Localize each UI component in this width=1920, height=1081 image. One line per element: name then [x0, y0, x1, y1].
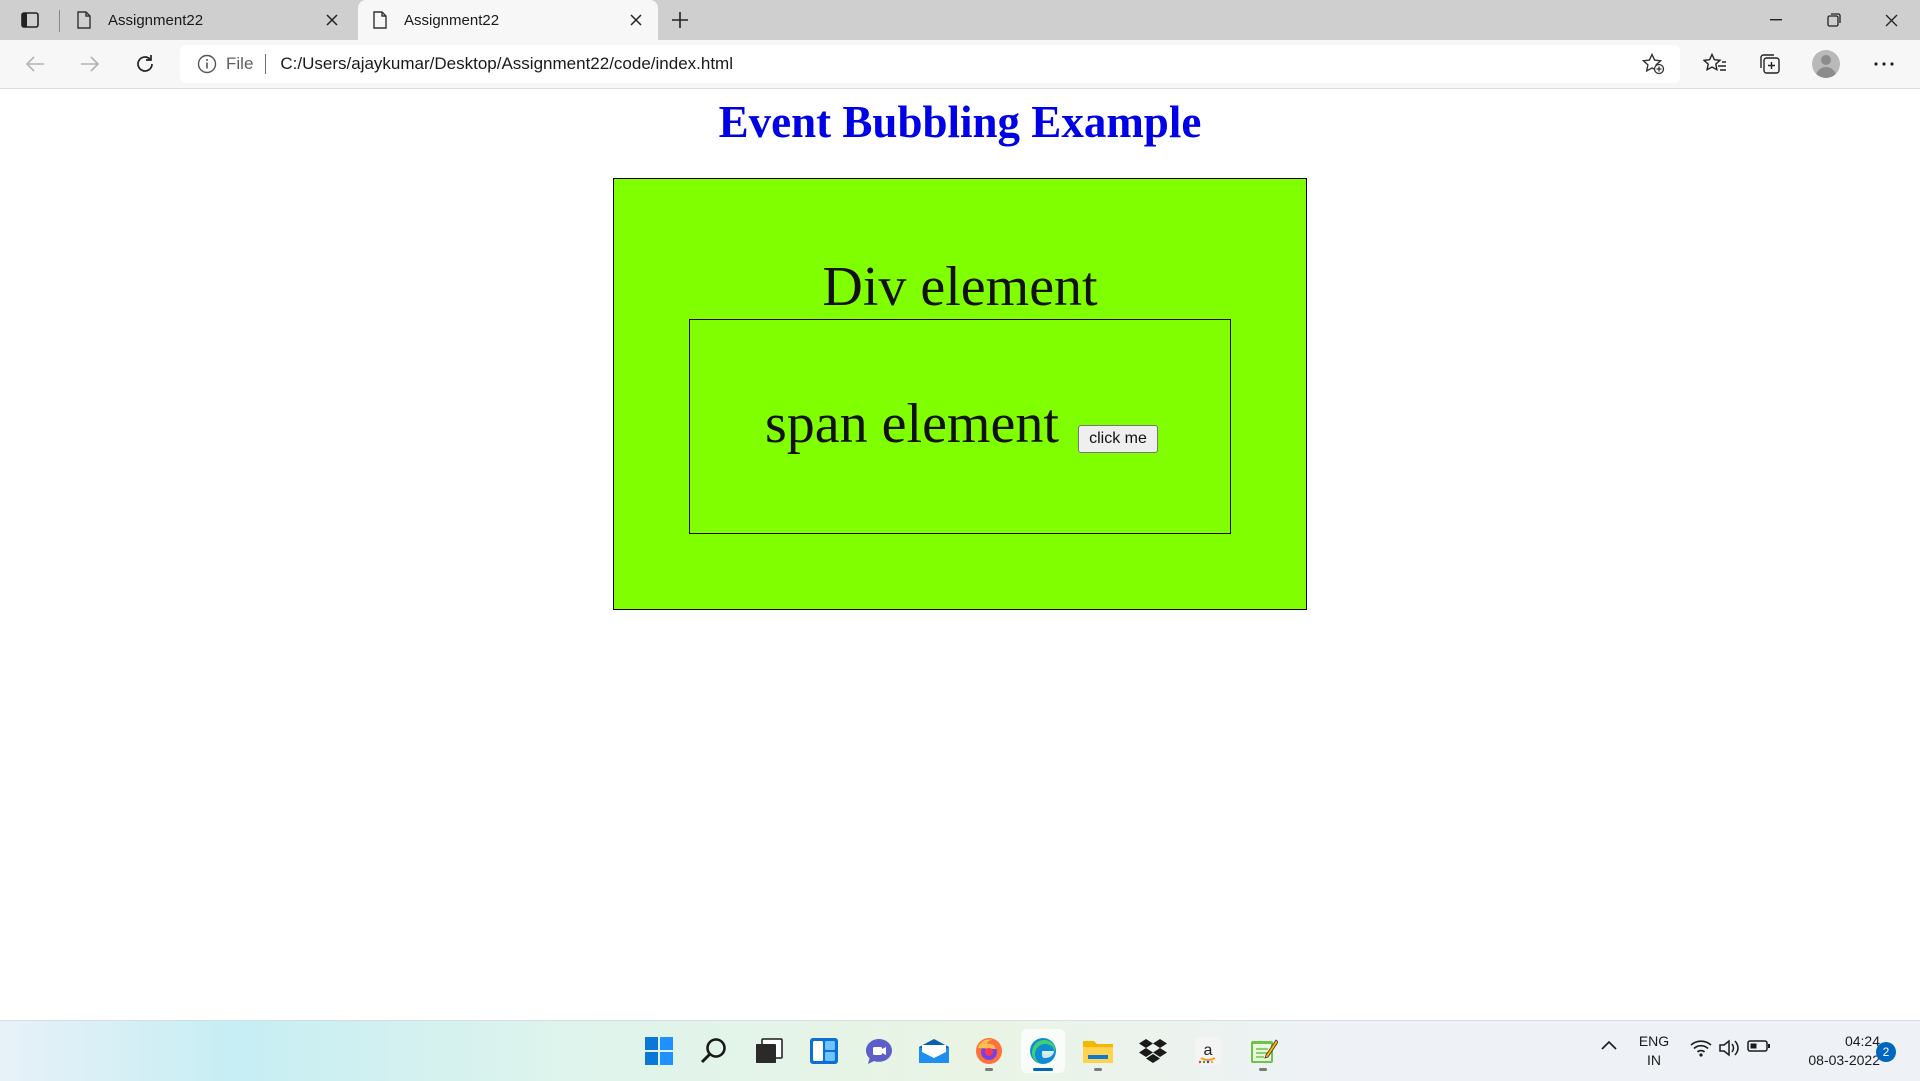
tab-title: Assignment22 — [108, 11, 204, 29]
back-arrow-icon[interactable] — [17, 48, 53, 80]
search-icon[interactable] — [692, 1029, 736, 1073]
new-tab-icon[interactable] — [664, 4, 696, 36]
favorites-icon[interactable] — [1697, 48, 1733, 80]
restore-icon[interactable] — [1805, 0, 1863, 40]
task-view-icon[interactable] — [747, 1029, 791, 1073]
mail-icon[interactable] — [912, 1029, 956, 1073]
click-me-button[interactable]: click me — [1078, 425, 1158, 453]
clock-date: 08-03-2022 — [1808, 1052, 1880, 1068]
language-indicator[interactable]: ENG IN — [1624, 1032, 1684, 1070]
tab-actions-icon[interactable] — [14, 6, 46, 34]
address-bar[interactable]: File C:/Users/ajaykumar/Desktop/Assignme… — [180, 45, 1680, 83]
url-text[interactable]: C:/Users/ajaykumar/Desktop/Assignment22/… — [280, 54, 733, 74]
browser-toolbar: File C:/Users/ajaykumar/Desktop/Assignme… — [0, 40, 1920, 89]
language-code: ENG — [1638, 1033, 1670, 1049]
forward-arrow-icon[interactable] — [72, 48, 108, 80]
notification-badge[interactable]: 2 — [1876, 1042, 1896, 1062]
svg-text:a: a — [1204, 1042, 1213, 1059]
show-hidden-icons-icon[interactable] — [1600, 1039, 1618, 1051]
div-element-label: Div element — [822, 256, 1098, 318]
tab-divider — [59, 10, 60, 32]
edge-icon[interactable] — [1021, 1029, 1065, 1073]
profile-avatar[interactable] — [1812, 50, 1840, 78]
teams-chat-icon[interactable] — [857, 1029, 901, 1073]
wifi-icon[interactable] — [1690, 1039, 1712, 1057]
tab-strip: Assignment22 Assignment22 — [0, 0, 1920, 40]
tab-assignment22-inactive[interactable]: Assignment22 — [62, 0, 354, 40]
battery-icon[interactable] — [1747, 1039, 1771, 1053]
address-separator — [265, 54, 267, 74]
amazon-icon[interactable]: a — [1186, 1029, 1230, 1073]
tab-assignment22-active[interactable]: Assignment22 — [358, 0, 658, 40]
firefox-icon[interactable] — [967, 1029, 1011, 1073]
inner-span-box[interactable]: span element click me — [689, 319, 1231, 534]
page-icon — [370, 10, 390, 30]
minimize-icon[interactable] — [1747, 0, 1805, 40]
clock[interactable]: 04:24 08-03-2022 — [1780, 1032, 1880, 1070]
close-window-icon[interactable] — [1862, 0, 1920, 40]
widgets-icon[interactable] — [802, 1029, 846, 1073]
close-tab-icon[interactable] — [318, 6, 346, 34]
site-scheme-label: File — [226, 54, 254, 73]
refresh-icon[interactable] — [127, 48, 163, 80]
start-icon[interactable] — [637, 1029, 681, 1073]
more-menu-icon[interactable] — [1866, 48, 1902, 80]
page-icon — [74, 10, 94, 30]
collections-icon[interactable] — [1752, 48, 1788, 80]
info-icon[interactable] — [196, 53, 218, 75]
language-region: IN — [1647, 1052, 1661, 1068]
close-tab-icon[interactable] — [622, 6, 650, 34]
notepad-icon[interactable] — [1241, 1029, 1285, 1073]
file-explorer-icon[interactable] — [1076, 1029, 1120, 1073]
page-title: Event Bubbling Example — [718, 97, 1202, 147]
dropbox-icon[interactable] — [1131, 1029, 1175, 1073]
span-element-label: span element — [765, 393, 1059, 455]
volume-icon[interactable] — [1718, 1039, 1740, 1057]
tab-title: Assignment22 — [404, 11, 500, 29]
outer-div-box[interactable]: Div element span element click me — [613, 178, 1307, 610]
clock-time: 04:24 — [1844, 1033, 1880, 1049]
windows-taskbar: a ENG IN 04:24 08-03-2022 2 — [0, 1020, 1920, 1081]
add-favorite-icon[interactable] — [1638, 50, 1668, 78]
